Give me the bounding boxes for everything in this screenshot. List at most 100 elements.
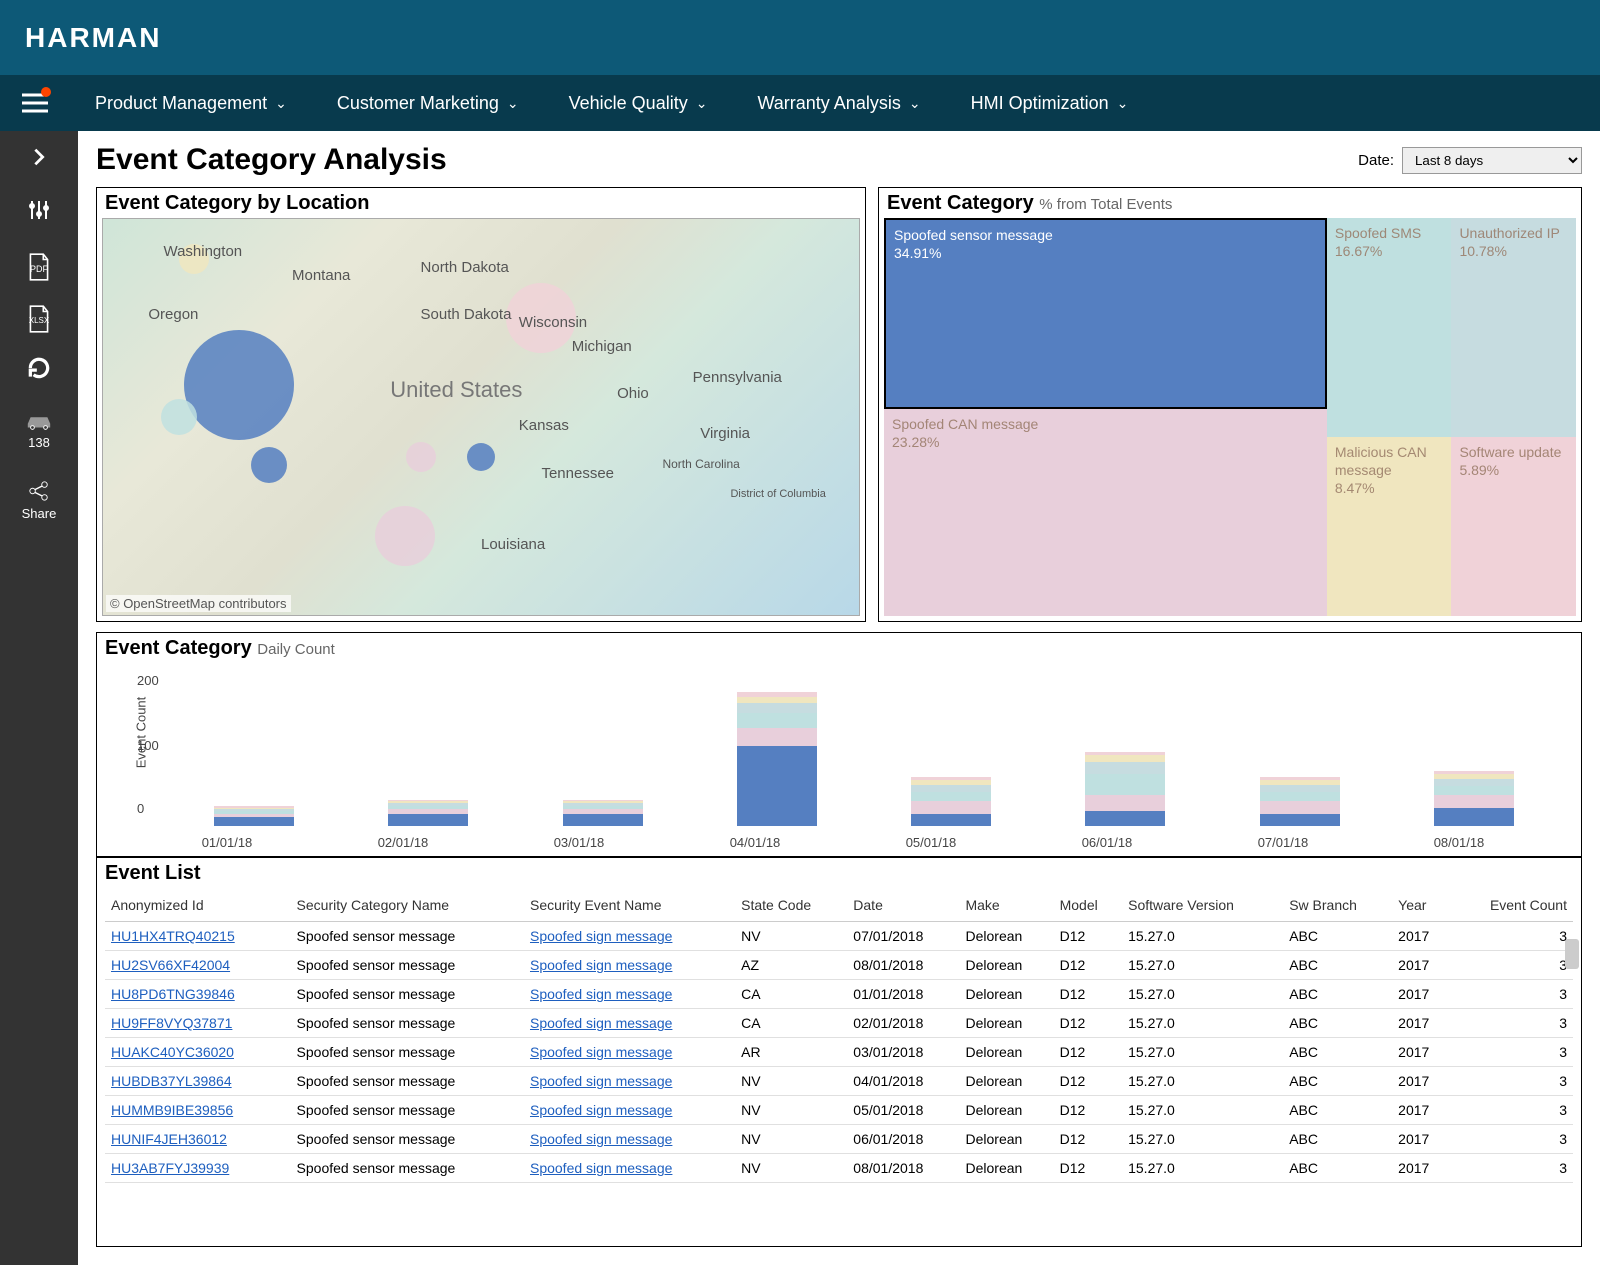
treemap-cell[interactable]: Spoofed CAN message23.28% bbox=[884, 409, 1327, 616]
nav-product-management[interactable]: Product Management⌄ bbox=[70, 93, 312, 114]
col-header[interactable]: State Code bbox=[735, 889, 847, 922]
event-name-link[interactable]: Spoofed sign message bbox=[530, 1073, 672, 1089]
nav-customer-marketing[interactable]: Customer Marketing⌄ bbox=[312, 93, 544, 114]
event-id-link[interactable]: HU2SV66XF42004 bbox=[111, 957, 230, 973]
vehicle-count[interactable]: 138 bbox=[25, 411, 53, 450]
left-sidebar: PDF XLSX 138 Share bbox=[0, 131, 78, 1265]
chevron-down-icon: ⌄ bbox=[696, 95, 708, 112]
event-name-link[interactable]: Spoofed sign message bbox=[530, 1160, 672, 1176]
event-table: Anonymized IdSecurity Category NameSecur… bbox=[105, 889, 1573, 1183]
col-header[interactable]: Software Version bbox=[1122, 889, 1283, 922]
treemap-cell[interactable]: Malicious CAN message8.47% bbox=[1327, 437, 1452, 616]
event-id-link[interactable]: HUMMB9IBE39856 bbox=[111, 1102, 233, 1118]
filters-icon[interactable] bbox=[27, 198, 51, 222]
bar[interactable] bbox=[1434, 771, 1514, 826]
table-row: HU1HX4TRQ40215Spoofed sensor messageSpoo… bbox=[105, 922, 1573, 951]
refresh-icon[interactable] bbox=[26, 355, 52, 381]
main-nav: Product Management⌄ Customer Marketing⌄ … bbox=[0, 75, 1600, 131]
export-xlsx-icon[interactable]: XLSX bbox=[26, 304, 52, 325]
col-header[interactable]: Anonymized Id bbox=[105, 889, 291, 922]
event-id-link[interactable]: HU1HX4TRQ40215 bbox=[111, 928, 235, 944]
x-category: 07/01/18 bbox=[1223, 835, 1343, 850]
bar[interactable] bbox=[563, 800, 643, 826]
chevron-down-icon: ⌄ bbox=[507, 95, 519, 112]
map-panel: Event Category by Location United States… bbox=[96, 187, 866, 622]
x-category: 05/01/18 bbox=[871, 835, 991, 850]
y-axis-label: Event Count bbox=[133, 696, 148, 768]
treemap-canvas[interactable]: Spoofed sensor message34.91%Spoofed SMS1… bbox=[884, 218, 1576, 616]
bar[interactable] bbox=[214, 806, 294, 826]
nav-vehicle-quality[interactable]: Vehicle Quality⌄ bbox=[544, 93, 733, 114]
page-title: Event Category Analysis bbox=[96, 143, 447, 177]
event-name-link[interactable]: Spoofed sign message bbox=[530, 986, 672, 1002]
treemap-cell[interactable]: Spoofed sensor message34.91% bbox=[884, 218, 1327, 409]
table-row: HUBDB37YL39864Spoofed sensor messageSpoo… bbox=[105, 1067, 1573, 1096]
table-row: HUMMB9IBE39856Spoofed sensor messageSpoo… bbox=[105, 1096, 1573, 1125]
scrollbar-thumb[interactable] bbox=[1565, 939, 1579, 969]
treemap-cell[interactable]: Software update5.89% bbox=[1451, 437, 1576, 616]
table-row: HUAKC40YC36020Spoofed sensor messageSpoo… bbox=[105, 1038, 1573, 1067]
chevron-down-icon: ⌄ bbox=[1117, 95, 1129, 112]
nav-hmi-optimization[interactable]: HMI Optimization⌄ bbox=[946, 93, 1154, 114]
treemap-cell[interactable]: Spoofed SMS16.67% bbox=[1327, 218, 1452, 437]
event-name-link[interactable]: Spoofed sign message bbox=[530, 957, 672, 973]
bar[interactable] bbox=[1085, 752, 1165, 826]
bar[interactable] bbox=[737, 692, 817, 826]
event-list-panel: Event List Anonymized IdSecurity Categor… bbox=[96, 857, 1582, 1247]
x-category: 01/01/18 bbox=[167, 835, 287, 850]
col-header[interactable]: Year bbox=[1392, 889, 1451, 922]
export-pdf-icon[interactable]: PDF bbox=[26, 252, 52, 274]
menu-toggle[interactable] bbox=[15, 83, 55, 123]
bar[interactable] bbox=[1260, 777, 1340, 826]
col-header[interactable]: Security Category Name bbox=[291, 889, 524, 922]
date-range-select[interactable]: Last 8 days bbox=[1402, 147, 1582, 174]
nav-warranty-analysis[interactable]: Warranty Analysis⌄ bbox=[732, 93, 945, 114]
event-name-link[interactable]: Spoofed sign message bbox=[530, 928, 672, 944]
map-bubble[interactable] bbox=[161, 399, 197, 435]
x-category: 08/01/18 bbox=[1399, 835, 1519, 850]
col-header[interactable]: Make bbox=[959, 889, 1053, 922]
map-bubble[interactable] bbox=[184, 330, 294, 440]
event-name-link[interactable]: Spoofed sign message bbox=[530, 1102, 672, 1118]
map-bubble[interactable] bbox=[375, 506, 435, 566]
col-header[interactable]: Model bbox=[1054, 889, 1123, 922]
map-canvas[interactable]: United States Washington Montana North D… bbox=[102, 218, 860, 616]
x-category: 04/01/18 bbox=[695, 835, 815, 850]
col-header[interactable]: Sw Branch bbox=[1283, 889, 1392, 922]
date-label: Date: bbox=[1358, 152, 1394, 169]
bar-chart[interactable] bbox=[167, 673, 1561, 826]
x-category: 03/01/18 bbox=[519, 835, 639, 850]
table-row: HU3AB7FYJ39939Spoofed sensor messageSpoo… bbox=[105, 1154, 1573, 1183]
event-id-link[interactable]: HUBDB37YL39864 bbox=[111, 1073, 232, 1089]
col-header[interactable]: Security Event Name bbox=[524, 889, 735, 922]
chevron-down-icon: ⌄ bbox=[275, 95, 287, 112]
map-country-label: United States bbox=[390, 377, 522, 403]
event-name-link[interactable]: Spoofed sign message bbox=[530, 1044, 672, 1060]
table-row: HU9FF8VYQ37871Spoofed sensor messageSpoo… bbox=[105, 1009, 1573, 1038]
event-name-link[interactable]: Spoofed sign message bbox=[530, 1131, 672, 1147]
event-name-link[interactable]: Spoofed sign message bbox=[530, 1015, 672, 1031]
share-label: Share bbox=[22, 506, 57, 521]
table-row: HU2SV66XF42004Spoofed sensor messageSpoo… bbox=[105, 951, 1573, 980]
event-id-link[interactable]: HU3AB7FYJ39939 bbox=[111, 1160, 229, 1176]
table-row: HUNIF4JEH36012Spoofed sensor messageSpoo… bbox=[105, 1125, 1573, 1154]
map-title: Event Category by Location bbox=[97, 188, 865, 219]
map-bubble[interactable] bbox=[251, 447, 287, 483]
share-button[interactable]: Share bbox=[22, 480, 57, 521]
expand-sidebar[interactable] bbox=[28, 146, 50, 168]
brand-logo: HARMAN bbox=[25, 22, 161, 54]
col-header[interactable]: Date bbox=[847, 889, 959, 922]
event-id-link[interactable]: HU8PD6TNG39846 bbox=[111, 986, 235, 1002]
y-tick: 100 bbox=[137, 738, 159, 753]
event-id-link[interactable]: HU9FF8VYQ37871 bbox=[111, 1015, 232, 1031]
bar[interactable] bbox=[388, 800, 468, 826]
event-id-link[interactable]: HUNIF4JEH36012 bbox=[111, 1131, 227, 1147]
map-bubble[interactable] bbox=[406, 442, 436, 472]
bar[interactable] bbox=[911, 777, 991, 826]
table-row: HU8PD6TNG39846Spoofed sensor messageSpoo… bbox=[105, 980, 1573, 1009]
y-tick: 0 bbox=[137, 801, 144, 816]
col-header[interactable]: Event Count bbox=[1451, 889, 1573, 922]
event-id-link[interactable]: HUAKC40YC36020 bbox=[111, 1044, 234, 1060]
treemap-cell[interactable]: Unauthorized IP10.78% bbox=[1451, 218, 1576, 437]
map-bubble[interactable] bbox=[467, 443, 495, 471]
